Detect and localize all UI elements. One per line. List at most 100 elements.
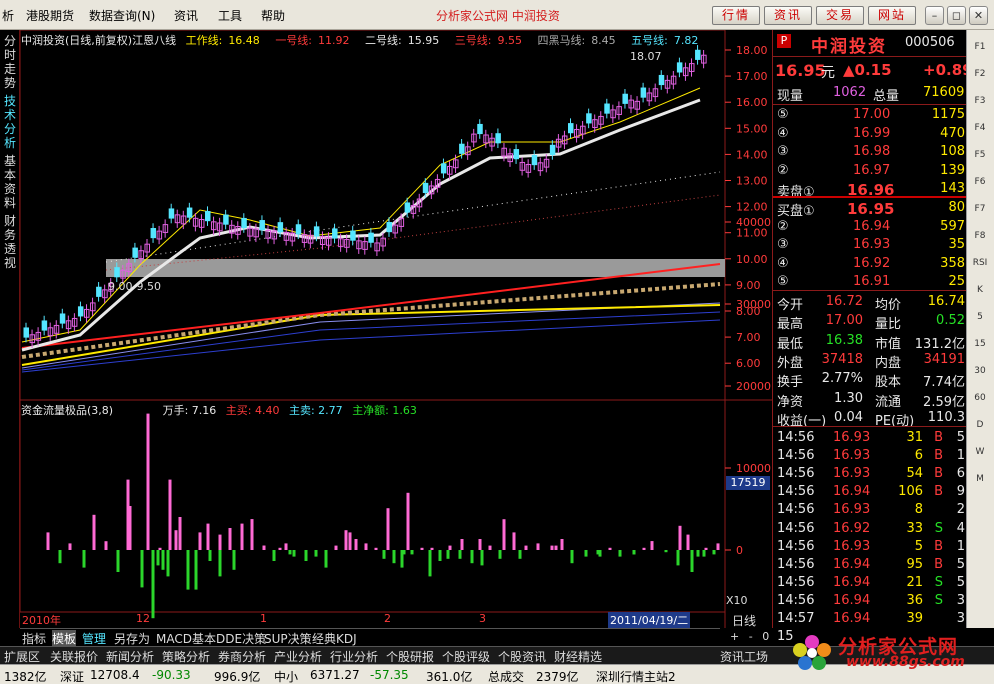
- restore-icon[interactable]: ◻: [947, 6, 966, 25]
- toolbar-button[interactable]: D: [969, 416, 991, 434]
- tab-news-analysis[interactable]: 新闻分析: [106, 648, 154, 665]
- tab-financial[interactable]: 财务透视: [2, 214, 18, 270]
- kline-chart-area[interactable]: 18.00 17.00 16.00 15.00 14.00 13.00 12.00 11.00…: [20, 30, 772, 628]
- tab-finance-pick[interactable]: 财经精选: [554, 648, 602, 665]
- nav-news-button[interactable]: 资讯: [764, 6, 812, 25]
- chart-canvas[interactable]: 18.0017.0016.0015.0014.0013.0012.0011.00…: [20, 30, 772, 628]
- tab-intraday[interactable]: 分时走势: [2, 34, 18, 90]
- tab-kdj[interactable]: 经典KDJ: [312, 630, 357, 647]
- tab-industry-chain[interactable]: 产业分析: [274, 648, 322, 665]
- period-label[interactable]: 日线: [732, 612, 756, 629]
- menu-item-data-query[interactable]: 数据查询(N): [89, 7, 155, 24]
- sell-level-row[interactable]: ② 16.97 139: [773, 162, 967, 180]
- price-change: ▲0.15: [843, 61, 892, 79]
- tick-cell: 106: [898, 484, 923, 500]
- zoom-out-button[interactable]: -: [749, 630, 753, 643]
- buy-level-row[interactable]: 买盘① 16.95 80: [773, 199, 967, 219]
- toolbar-button[interactable]: W: [969, 443, 991, 461]
- tick-cell: S: [934, 574, 943, 590]
- book-level: ④: [777, 255, 789, 271]
- stats-row: 今开 16.72 均价 16.74: [773, 293, 967, 313]
- tab-strategy[interactable]: 策略分析: [162, 648, 210, 665]
- nav-trade-button[interactable]: 交易: [816, 6, 864, 25]
- tick-cell: 3: [956, 611, 965, 626]
- menu-item-news[interactable]: 资讯: [174, 7, 198, 24]
- vol-bar-up: [262, 545, 266, 550]
- vol-bar-down: [82, 550, 86, 568]
- line4-value: 8.45: [591, 34, 616, 47]
- toolbar-button[interactable]: 15: [969, 335, 991, 353]
- stats-cell: 市值: [875, 336, 902, 352]
- stats-cell: 17.00: [825, 313, 863, 329]
- price-unit: 元: [821, 65, 835, 81]
- toolbar-button[interactable]: F2: [969, 65, 991, 83]
- vol-tick-label: 40000: [736, 216, 771, 229]
- buy-level-row[interactable]: ③ 16.93 35: [773, 236, 967, 254]
- vol-bar-down: [402, 550, 406, 555]
- menu-item-file[interactable]: 析: [2, 7, 14, 24]
- tab-saveas[interactable]: 另存为: [114, 630, 150, 647]
- toolbar-button[interactable]: F5: [969, 146, 991, 164]
- tick-cell: B: [934, 430, 943, 445]
- toolbar-button[interactable]: F4: [969, 119, 991, 137]
- tab-sector[interactable]: 行业分析: [330, 648, 378, 665]
- tick-cell: 16.93: [833, 430, 871, 445]
- line2-label: 二号线:: [365, 34, 402, 47]
- vol-bar-up: [502, 519, 506, 550]
- vol-bar-down: [570, 550, 574, 564]
- toolbar-button[interactable]: F8: [969, 227, 991, 245]
- tab-indicator[interactable]: 指标: [22, 630, 46, 647]
- zoom-in-button[interactable]: +: [730, 630, 739, 643]
- candle-body: [59, 313, 66, 324]
- buy-level-row[interactable]: ② 16.94 597: [773, 218, 967, 236]
- tab-broker[interactable]: 券商分析: [218, 648, 266, 665]
- zhumai-value: 主买: 4.40: [225, 404, 280, 417]
- tick-cell: 4: [956, 520, 965, 536]
- tick-row: 14:56 16.94 21 S 5: [773, 574, 967, 592]
- vol-bar-up: [488, 545, 492, 550]
- candle-body: [658, 74, 665, 86]
- tab-fundamental[interactable]: 基本资料: [2, 154, 18, 210]
- toolbar-button[interactable]: 5: [969, 308, 991, 326]
- vol-bar-up: [218, 534, 222, 550]
- nav-website-button[interactable]: 网站: [868, 6, 916, 25]
- toolbar-button[interactable]: 30: [969, 362, 991, 380]
- tick-cell: 6: [956, 466, 965, 482]
- tick-cell: B: [934, 448, 943, 464]
- tab-template[interactable]: 模板: [52, 630, 77, 647]
- tab-dde[interactable]: DDE决策: [216, 630, 266, 647]
- nav-quote-button[interactable]: 行情: [712, 6, 760, 25]
- zoom-reset-button[interactable]: 0: [762, 630, 769, 643]
- tab-info-factory[interactable]: 资讯工场: [720, 648, 768, 665]
- sell-level-row[interactable]: ③ 16.98 108: [773, 143, 967, 161]
- close-icon[interactable]: ✕: [969, 6, 988, 25]
- toolbar-button[interactable]: M: [969, 470, 991, 488]
- menu-item-hk-futures[interactable]: 港股期货: [26, 7, 74, 24]
- toolbar-button[interactable]: K: [969, 281, 991, 299]
- toolbar-button[interactable]: F6: [969, 173, 991, 191]
- tab-research[interactable]: 个股研报: [386, 648, 434, 665]
- tab-stock-news[interactable]: 个股资讯: [498, 648, 546, 665]
- tab-macd[interactable]: MACD基本: [156, 630, 216, 647]
- minimize-icon[interactable]: –: [925, 6, 944, 25]
- tab-related-quote[interactable]: 关联报价: [50, 648, 98, 665]
- menu-item-help[interactable]: 帮助: [261, 7, 285, 24]
- toolbar-button[interactable]: F3: [969, 92, 991, 110]
- tab-sup[interactable]: SUP决策: [264, 630, 312, 647]
- tab-ext[interactable]: 扩展区: [4, 648, 40, 665]
- menu-item-tools[interactable]: 工具: [218, 7, 242, 24]
- toolbar-button[interactable]: RSI: [969, 254, 991, 272]
- tab-technical[interactable]: 技术分析: [2, 94, 18, 150]
- date-tick: 2: [384, 612, 391, 625]
- sell-level-row[interactable]: ⑤ 17.00 1175: [773, 106, 967, 124]
- toolbar-button[interactable]: F7: [969, 200, 991, 218]
- toolbar-button[interactable]: F1: [969, 38, 991, 56]
- buy-level-row[interactable]: ⑤ 16.91 25: [773, 273, 967, 291]
- sell-level-row[interactable]: ④ 16.99 470: [773, 125, 967, 143]
- tick-cell: 14:57: [777, 611, 815, 626]
- tab-manage[interactable]: 管理: [82, 630, 106, 647]
- tab-rating[interactable]: 个股评级: [442, 648, 490, 665]
- toolbar-button[interactable]: 60: [969, 389, 991, 407]
- buy-level-row[interactable]: ④ 16.92 358: [773, 255, 967, 273]
- tick-cell: 16.94: [833, 592, 871, 608]
